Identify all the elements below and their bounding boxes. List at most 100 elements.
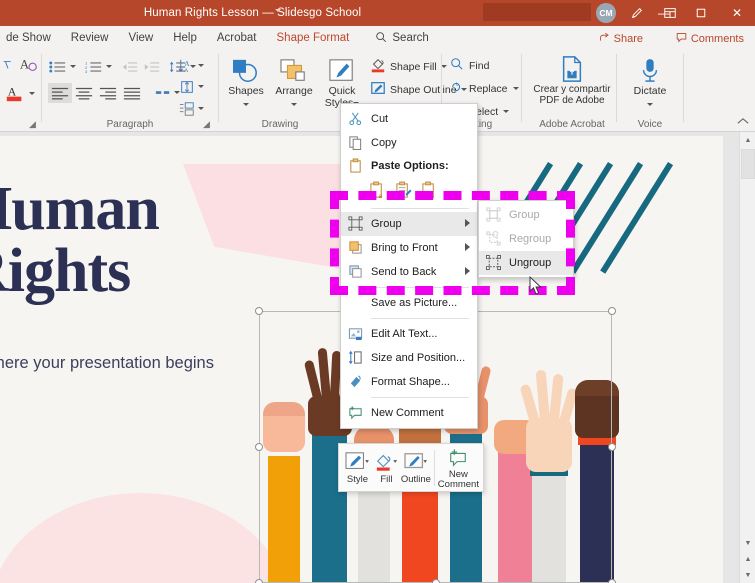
context-menu-item-group[interactable]: Group — [341, 212, 477, 236]
search-box[interactable]: Search — [375, 31, 429, 46]
convert-smartart-caret-icon[interactable] — [198, 100, 204, 118]
text-direction-caret-icon[interactable] — [198, 57, 204, 75]
collapse-ribbon-icon[interactable] — [737, 117, 749, 128]
minimize-button[interactable]: — — [645, 0, 683, 26]
ribbon-tabs: de Show Review View Help Acrobat Shape F… — [0, 26, 755, 50]
submenu-item-regroup[interactable]: Regroup — [479, 227, 573, 251]
bullets-icon[interactable] — [48, 58, 68, 76]
replace-caret-icon[interactable] — [512, 83, 519, 95]
dictate-caret-icon[interactable] — [626, 98, 674, 110]
title-bar: Human Rights Lesson — Slidesgo School CM… — [0, 0, 755, 26]
shapes-button[interactable]: Shapes — [222, 56, 270, 110]
context-menu-label-save-as-picture: Save as Picture... — [371, 297, 458, 309]
mini-toolbar-new-comment-label-2: Comment — [437, 478, 479, 490]
svg-text:b: b — [456, 81, 459, 86]
share-button[interactable]: Share — [592, 30, 650, 47]
title-dropdown-caret[interactable] — [275, 9, 281, 12]
context-menu-item-copy[interactable]: Copy — [341, 131, 477, 155]
create-share-pdf-button[interactable]: Crear y compartir PDF de Adobe — [524, 54, 620, 106]
scrollbar-thumb[interactable] — [741, 149, 755, 179]
context-menu-item-save-as-picture[interactable]: Save as Picture... — [341, 291, 477, 315]
text-effects-icon[interactable]: A — [18, 54, 40, 76]
slide-subtitle[interactable]: ...where your presentation begins — [0, 354, 214, 373]
tab-shape-format[interactable]: Shape Format — [267, 26, 360, 50]
align-text-icon[interactable] — [176, 78, 198, 96]
replace-button[interactable]: bc Replace — [450, 80, 519, 97]
clear-formatting-icon[interactable] — [0, 56, 16, 74]
submenu-label-ungroup: Ungroup — [509, 257, 552, 269]
slide-title[interactable]: Human Rights — [0, 178, 160, 305]
dictate-button[interactable]: Dictate — [626, 56, 674, 110]
tab-slide-show[interactable]: de Show — [0, 26, 61, 50]
keep-source-formatting-icon[interactable]: a — [369, 181, 387, 201]
tab-review[interactable]: Review — [61, 26, 119, 50]
tab-view[interactable]: View — [118, 26, 163, 50]
numbering-icon[interactable]: 123 — [84, 58, 104, 76]
numbering-caret-icon[interactable] — [106, 58, 112, 76]
convert-smartart-icon[interactable] — [176, 100, 198, 118]
font-color-caret-icon[interactable] — [27, 88, 37, 98]
slide-title-line-2: Rights — [0, 237, 131, 305]
quick-styles-button[interactable]: Quick Styles — [318, 56, 366, 109]
vertical-scrollbar[interactable]: ▲ ▼ ▲ ▼ — [739, 132, 755, 583]
font-color-icon[interactable]: A — [4, 82, 26, 104]
scroll-down-button[interactable]: ▼ — [740, 535, 755, 551]
shape-fill-button[interactable]: Shape Fill — [370, 57, 447, 76]
hand-8-knuckles — [575, 380, 619, 396]
previous-slide-button[interactable]: ▲ — [740, 551, 755, 567]
arrange-button[interactable]: Arrange — [270, 56, 318, 110]
justify-icon[interactable] — [120, 83, 144, 103]
tab-help[interactable]: Help — [163, 26, 207, 50]
context-menu-item-send-to-back[interactable]: Send to Back — [341, 260, 477, 284]
context-menu-item-cut[interactable]: Cut — [341, 107, 477, 131]
mini-toolbar[interactable]: Style Fill Outline New Comment — [338, 443, 484, 492]
context-menu-item-size-and-position[interactable]: Size and Position... — [341, 346, 477, 370]
submenu-item-ungroup[interactable]: Ungroup — [479, 251, 573, 275]
text-direction-icon[interactable]: AA — [176, 56, 198, 76]
align-text-caret-icon[interactable] — [198, 78, 204, 96]
comments-button[interactable]: Comments — [669, 30, 751, 47]
context-menu-item-edit-alt-text[interactable]: Edit Alt Text... — [341, 322, 477, 346]
avatar[interactable]: CM — [596, 3, 616, 23]
keep-text-only-icon[interactable]: A — [421, 181, 439, 201]
next-slide-button[interactable]: ▼ — [740, 567, 755, 583]
increase-indent-icon[interactable] — [142, 58, 162, 76]
shapes-icon — [222, 56, 270, 86]
context-menu-item-new-comment[interactable]: New Comment — [341, 401, 477, 425]
group-submenu[interactable]: Group Regroup Ungroup — [478, 200, 574, 278]
close-button[interactable]: ✕ — [719, 0, 755, 26]
decrease-indent-icon[interactable] — [120, 58, 140, 76]
columns-icon[interactable] — [152, 83, 174, 103]
menu-separator — [371, 208, 469, 209]
mini-toolbar-style-label: Style — [346, 474, 369, 485]
select-caret-icon[interactable] — [503, 106, 510, 118]
find-button[interactable]: Find — [450, 57, 489, 74]
align-right-icon[interactable] — [96, 83, 120, 103]
mini-toolbar-style-button[interactable]: Style — [343, 450, 372, 485]
group-divider — [616, 54, 617, 122]
context-menu-item-bring-to-front[interactable]: Bring to Front — [341, 236, 477, 260]
drawing-group-label: Drawing — [261, 119, 299, 130]
context-menu[interactable]: Cut Copy Paste Options: a A Group Bring … — [340, 103, 478, 429]
mouse-cursor — [529, 275, 543, 301]
chevron-right-icon — [465, 243, 470, 251]
bullets-caret-icon[interactable] — [70, 58, 76, 76]
shapes-caret-icon[interactable] — [222, 98, 270, 110]
align-left-icon[interactable] — [48, 83, 72, 103]
mini-toolbar-outline-label: Outline — [400, 474, 431, 485]
mini-toolbar-fill-button[interactable]: Fill — [372, 450, 401, 485]
tab-acrobat[interactable]: Acrobat — [207, 26, 267, 50]
maximize-button[interactable] — [683, 0, 719, 26]
picture-paste-icon[interactable] — [395, 181, 413, 201]
context-menu-label-edit-alt-text: Edit Alt Text... — [371, 328, 438, 340]
mini-toolbar-outline-button[interactable]: Outline — [401, 450, 431, 485]
arrange-caret-icon[interactable] — [270, 98, 318, 110]
font-dialog-launcher[interactable]: ◢ — [29, 120, 38, 129]
context-menu-item-format-shape[interactable]: Format Shape... — [341, 370, 477, 394]
scroll-up-button[interactable]: ▲ — [740, 132, 755, 148]
mini-toolbar-new-comment-button[interactable]: New Comment — [438, 446, 479, 490]
submenu-item-group[interactable]: Group — [479, 203, 573, 227]
align-center-icon[interactable] — [72, 83, 96, 103]
context-menu-label-cut: Cut — [371, 113, 389, 125]
svg-text:A: A — [8, 85, 17, 99]
